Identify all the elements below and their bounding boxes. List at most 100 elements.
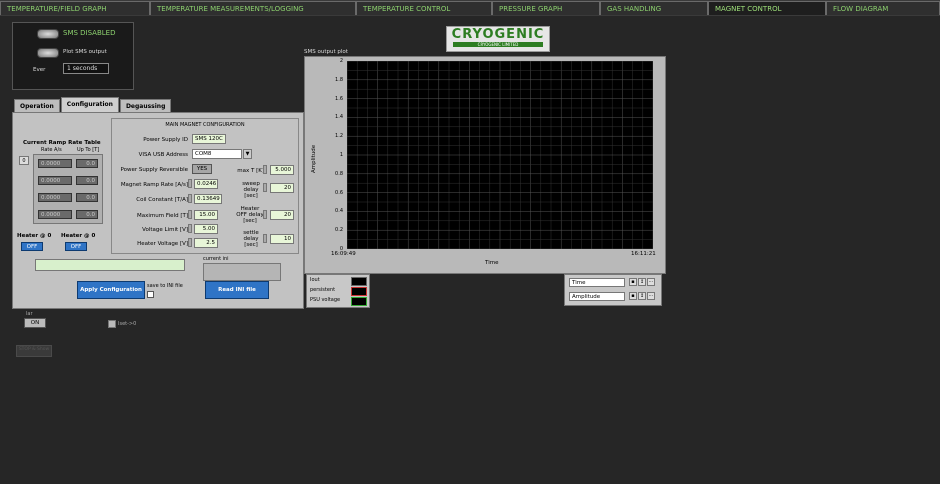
current-ini-display [203, 263, 281, 281]
ramp-table-title: Current Ramp Rate Table [23, 140, 101, 146]
sweep-spinner[interactable] [263, 183, 267, 192]
tab-magnet-control[interactable]: MAGNET CONTROL [708, 1, 826, 15]
ramp-upto-1[interactable]: 0.0 [76, 176, 98, 185]
ramp-upto-3[interactable]: 0.0 [76, 210, 98, 219]
settle-spinner[interactable] [263, 234, 267, 243]
plot-sms-toggle[interactable] [37, 48, 59, 58]
plot-ytick: 2 [339, 58, 343, 64]
plot-ytick: 1.4 [335, 114, 343, 121]
heater-voltage-spinner[interactable] [188, 238, 192, 247]
tab-operation[interactable]: Operation [14, 99, 60, 113]
status-display [35, 259, 185, 271]
max-field-field[interactable]: 15.00 [194, 210, 218, 220]
max-field-label: Maximum Field [T] [137, 213, 188, 219]
configuration-panel: Current Ramp Rate Table Rate A/s Up To [… [12, 112, 304, 309]
main-config-title: MAIN MAGNET CONFIGURATION [165, 122, 245, 128]
plot-sms-label: Plot SMS output [63, 49, 107, 55]
ramp-rate-spinner[interactable] [188, 179, 192, 188]
maxT-label: max T [K] [237, 168, 264, 174]
ramp-rate-1[interactable]: 0.0000 [38, 176, 72, 185]
heater-voltage-field[interactable]: 2.5 [194, 238, 218, 248]
legend-iout: Iout [310, 277, 320, 283]
ramp-col-upto: Up To [T] [77, 147, 100, 153]
ramp-col-rate: Rate A/s [41, 147, 62, 153]
voltage-limit-spinner[interactable] [188, 224, 192, 233]
legend-iout-icon[interactable] [351, 277, 367, 286]
tab-pressure-graph[interactable]: PRESSURE GRAPH [492, 1, 600, 15]
legend-psu-icon[interactable] [351, 297, 367, 306]
lock-icon-y[interactable]: ▪ [629, 292, 637, 300]
cryogenic-logo: CRYOGENIC CRYOGENIC LIMITED [446, 26, 550, 52]
lock-icon[interactable]: ▪ [629, 278, 637, 286]
visa-label: VISA USB Address [138, 152, 188, 158]
read-ini-button[interactable]: Read INI file [205, 281, 269, 299]
autoscale-icon-y[interactable]: ↕ [638, 292, 646, 300]
sms-status-label: SMS DISABLED [63, 29, 116, 37]
coil-constant-field[interactable]: 0.13649 [194, 194, 222, 204]
legend-persistent-icon[interactable] [351, 287, 367, 296]
tab-temperature-measurements[interactable]: TEMPERATURE MEASUREMENTS/LOGGING [150, 1, 356, 15]
coil-spinner[interactable] [188, 194, 192, 203]
ramp-rate-2[interactable]: 0.0000 [38, 193, 72, 202]
ever-label: Ever [33, 67, 46, 73]
format-icon[interactable]: ⋯ [647, 278, 655, 286]
heater-off-spinner[interactable] [263, 210, 267, 219]
settle-delay-field[interactable]: 10 [270, 234, 294, 244]
plot-yticks: 2 1.8 1.6 1.4 1.2 1 0.8 0.6 0.4 0.2 0 [323, 57, 345, 253]
plot-area[interactable] [346, 60, 654, 250]
x-scale-field[interactable]: Time [569, 278, 625, 287]
y-scale-field[interactable]: Amplitude [569, 292, 625, 301]
tab-temperature-control[interactable]: TEMPERATURE CONTROL [356, 1, 492, 15]
ramp-index[interactable]: 0 [19, 156, 29, 165]
lar-toggle[interactable]: ON [24, 318, 46, 328]
tab-gas-handling[interactable]: GAS HANDLING [600, 1, 708, 15]
iset-label: Iset->0 [118, 321, 137, 327]
chevron-down-icon[interactable]: ▼ [243, 149, 252, 159]
tab-configuration[interactable]: Configuration [60, 97, 119, 113]
tab-temperature-field-graph[interactable]: TEMPERATURE/FIELD GRAPH [0, 1, 150, 15]
ramp-rate-3[interactable]: 0.0000 [38, 210, 72, 219]
ramp-upto-0[interactable]: 0.0 [76, 159, 98, 168]
voltage-limit-field[interactable]: 5.00 [194, 224, 218, 234]
ramp-rate-label: Magnet Ramp Rate [A/s] [120, 182, 188, 188]
plot-ytick: 0.2 [335, 227, 343, 234]
lar-label: lar [26, 311, 33, 317]
heater-off-delay-label: Heater OFF delay [sec] [236, 206, 264, 224]
heater-2-label: Heater @ 0 [61, 233, 96, 239]
visa-select[interactable]: COM8 [192, 149, 242, 159]
format-icon-y[interactable]: ⋯ [647, 292, 655, 300]
maxT-field[interactable]: 5.000 [270, 165, 294, 175]
settle-delay-label: settle delay [sec] [243, 230, 259, 248]
heater-off-delay-field[interactable]: 20 [270, 210, 294, 220]
plot-ytick: 0.6 [335, 189, 343, 196]
scale-legend: Time ▪ ↕ ⋯ Amplitude ▪ ↕ ⋯ [564, 274, 662, 306]
tab-degaussing[interactable]: Degaussing [119, 99, 172, 113]
sms-toggle-led[interactable] [37, 29, 59, 39]
sweep-delay-field[interactable]: 20 [270, 183, 294, 193]
plot-ytick: 1.6 [335, 95, 343, 102]
main-tab-bar: TEMPERATURE/FIELD GRAPH TEMPERATURE MEAS… [0, 0, 940, 16]
voltage-limit-label: Voltage Limit [V] [142, 227, 188, 233]
maxT-spinner[interactable] [263, 165, 267, 174]
max-field-spinner[interactable] [188, 210, 192, 219]
ramp-rate-field[interactable]: 0.0246 [194, 179, 218, 189]
reversible-label: Power Supply Reversible [120, 167, 188, 173]
psu-id-field[interactable]: SMS 120C [192, 134, 226, 144]
legend-persistent: persistent [310, 287, 336, 293]
heater-2-button[interactable]: OFF [65, 242, 87, 251]
plot-ytick: 1.2 [335, 133, 343, 140]
save-ini-checkbox[interactable] [147, 291, 154, 298]
autoscale-icon[interactable]: ↕ [638, 278, 646, 286]
logo-name: CRYOGENIC [451, 27, 545, 42]
logo-sub: CRYOGENIC LIMITED [453, 42, 543, 47]
apply-configuration-button[interactable]: Apply Configuration [77, 281, 145, 299]
tab-flow-diagram[interactable]: FLOW DIAGRAM [826, 1, 940, 15]
heater-1-button[interactable]: OFF [21, 242, 43, 251]
save-ini-label: save to INI file [147, 283, 183, 289]
ramp-rate-0[interactable]: 0.0000 [38, 159, 72, 168]
reversible-toggle[interactable]: YES [192, 164, 212, 174]
iset-checkbox[interactable] [108, 320, 116, 328]
ramp-upto-2[interactable]: 0.0 [76, 193, 98, 202]
plot-title: SMS output plot [304, 49, 348, 55]
ever-interval-field[interactable]: 1 seconds [63, 63, 109, 74]
